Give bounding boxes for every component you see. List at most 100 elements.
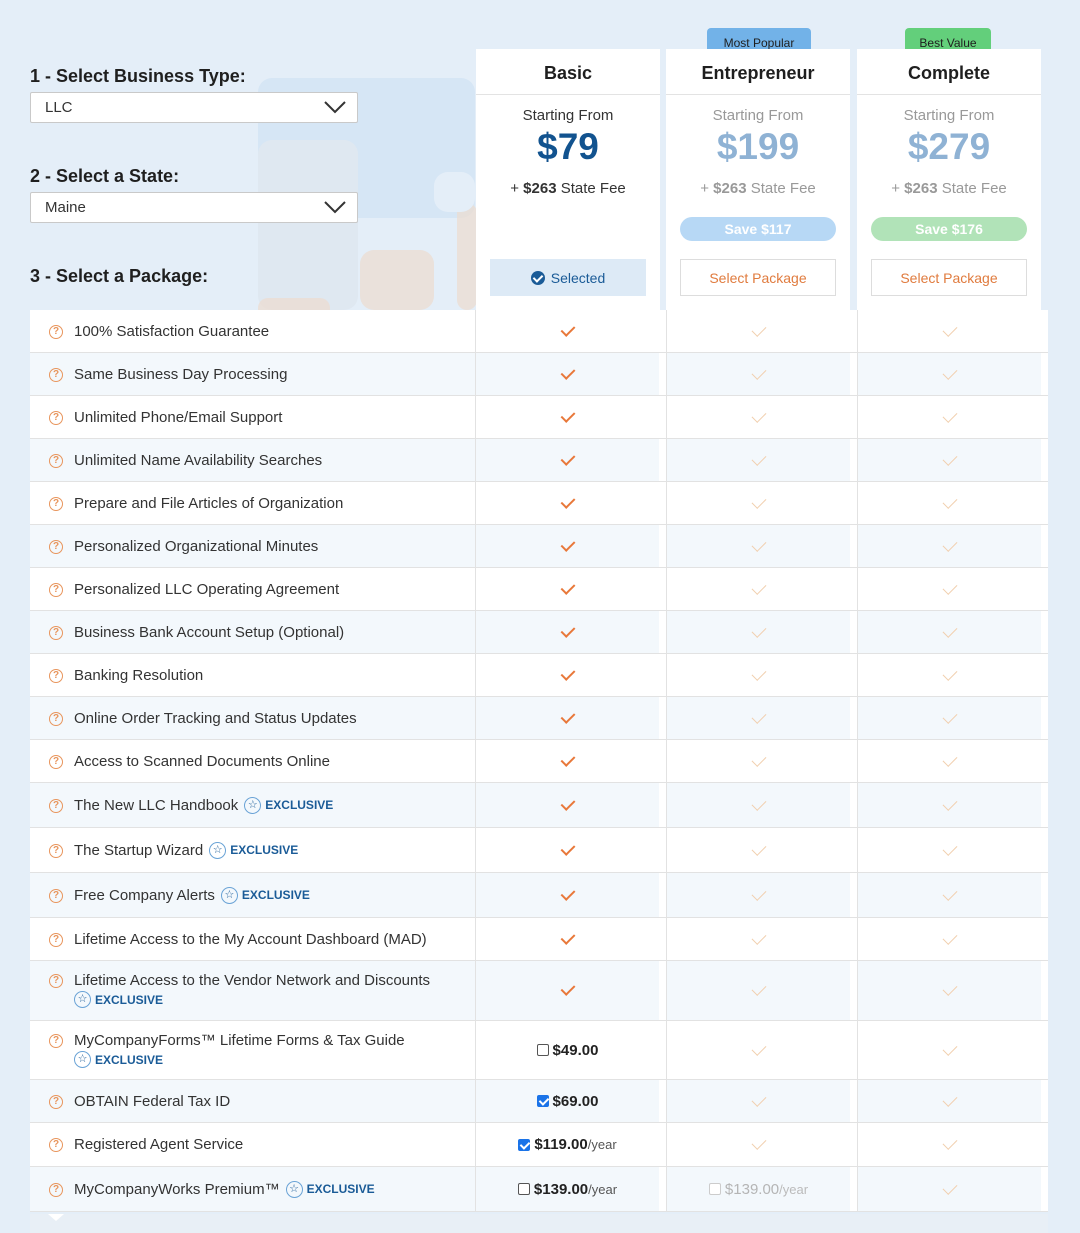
checkmark-icon (942, 885, 957, 901)
column-gutter (1041, 1167, 1048, 1211)
checkmark-icon (942, 407, 957, 423)
package-label: 3 - Select a Package: (30, 266, 209, 286)
column-gutter (850, 697, 857, 739)
included-cell (857, 310, 1041, 352)
state-fee: + $263 State Fee (510, 180, 626, 197)
included-cell (857, 740, 1041, 782)
checkmark-icon (942, 1179, 957, 1195)
checkmark-icon (560, 708, 575, 724)
background-decoration (360, 250, 434, 310)
included-cell (666, 1021, 850, 1079)
star-icon: ☆ (74, 991, 91, 1008)
state-label: 2 - Select a State: (30, 166, 180, 186)
addon-checkbox[interactable] (708, 1183, 721, 1195)
addon-checkbox[interactable] (517, 1183, 530, 1195)
column-gutter (1041, 918, 1048, 960)
feature-label: Lifetime Access to the My Account Dashbo… (74, 930, 427, 948)
addon-checkbox[interactable] (536, 1044, 549, 1056)
table-row: ? Personalized Organizational Minutes (30, 525, 1048, 568)
exclusive-badge: ☆ EXCLUSIVE (74, 991, 163, 1008)
column-gutter (1041, 740, 1048, 782)
tooltip-pointer (48, 1214, 64, 1221)
column-gutter (850, 783, 857, 827)
checkmark-icon (560, 450, 575, 466)
included-cell (666, 611, 850, 653)
feature-label: Lifetime Access to the Vendor Network an… (74, 972, 431, 1008)
column-gutter (659, 873, 666, 917)
table-row: ? Same Business Day Processing (30, 353, 1048, 396)
table-row: ? Prepare and File Articles of Organizati… (30, 482, 1048, 525)
column-gutter (850, 828, 857, 872)
included-cell (857, 611, 1041, 653)
business-type-select[interactable]: LLC (30, 92, 358, 123)
starting-from-label: Starting From (903, 107, 995, 124)
column-gutter (659, 918, 666, 960)
star-icon: ☆ (209, 841, 227, 859)
feature-label: OBTAIN Federal Tax ID (74, 1092, 231, 1110)
column-gutter (659, 1080, 666, 1122)
checkmark-icon (560, 536, 575, 552)
table-row: ? Lifetime Access to the My Account Dashb… (30, 918, 1048, 961)
included-cell (857, 396, 1041, 438)
included-cell (475, 310, 659, 352)
checkmark-icon (942, 795, 957, 811)
star-icon: ☆ (220, 886, 238, 904)
feature-label: Business Bank Account Setup (Optional) (74, 623, 345, 641)
checkmark-icon (942, 536, 957, 552)
column-gutter (659, 525, 666, 567)
state-fee: + $263 State Fee (891, 180, 1007, 197)
checkmark-icon (942, 751, 957, 767)
column-gutter (659, 396, 666, 438)
included-cell (475, 918, 659, 960)
column-gutter (659, 828, 666, 872)
included-cell (666, 439, 850, 481)
included-cell (857, 1167, 1041, 1211)
table-row: ? Registered Agent Service $119.00/year (30, 1123, 1048, 1167)
exclusive-badge: ☆ EXCLUSIVE (285, 1180, 375, 1198)
checkmark-icon (560, 665, 575, 681)
table-row: ? MyCompanyWorks Premium™ ☆ EXCLUSIVE $139.0… (30, 1167, 1048, 1212)
exclusive-badge: ☆ EXCLUSIVE (74, 1051, 163, 1068)
included-cell (475, 525, 659, 567)
checkmark-icon (751, 929, 766, 945)
checkmark-icon (751, 622, 766, 638)
package-basic: Basic Starting From $79 + $263 State Fee… (476, 49, 660, 310)
checkmark-icon (751, 321, 766, 337)
select-package-button[interactable]: Select Package (680, 259, 836, 296)
checkmark-icon (942, 450, 957, 466)
check-circle-icon (530, 271, 545, 285)
column-gutter (1041, 439, 1048, 481)
column-gutter (1041, 611, 1048, 653)
feature-label: Unlimited Phone/Email Support (74, 408, 283, 426)
table-row: ? OBTAIN Federal Tax ID $69.00 (30, 1080, 1048, 1123)
addon-checkbox[interactable] (536, 1095, 549, 1107)
included-cell (475, 439, 659, 481)
feature-label: Free Company Alerts ☆ EXCLUSIVE (74, 886, 310, 904)
included-cell (666, 828, 850, 872)
included-cell (857, 873, 1041, 917)
column-gutter (1041, 1021, 1048, 1079)
column-gutter (659, 439, 666, 481)
state-select[interactable]: Maine (30, 192, 358, 223)
checkmark-icon (751, 536, 766, 552)
column-gutter (1041, 783, 1048, 827)
feature-label: Personalized LLC Operating Agreement (74, 580, 340, 598)
column-gutter (850, 439, 857, 481)
included-cell (857, 525, 1041, 567)
selected-button[interactable]: Selected (490, 259, 646, 296)
column-gutter (659, 740, 666, 782)
checkmark-icon (942, 622, 957, 638)
column-gutter (1041, 568, 1048, 610)
chevron-down-icon (324, 201, 346, 214)
column-gutter (1041, 396, 1048, 438)
column-gutter (659, 697, 666, 739)
table-row: ? Access to Scanned Documents Online (30, 740, 1048, 783)
star-icon: ☆ (244, 796, 262, 814)
included-cell (475, 611, 659, 653)
select-package-button[interactable]: Select Package (871, 259, 1027, 296)
save-badge: Save $176 (871, 217, 1027, 241)
checkmark-icon (560, 364, 575, 380)
table-row: ? Lifetime Access to the Vendor Network a… (30, 961, 1048, 1021)
addon-checkbox[interactable] (518, 1138, 531, 1151)
included-cell (666, 568, 850, 610)
